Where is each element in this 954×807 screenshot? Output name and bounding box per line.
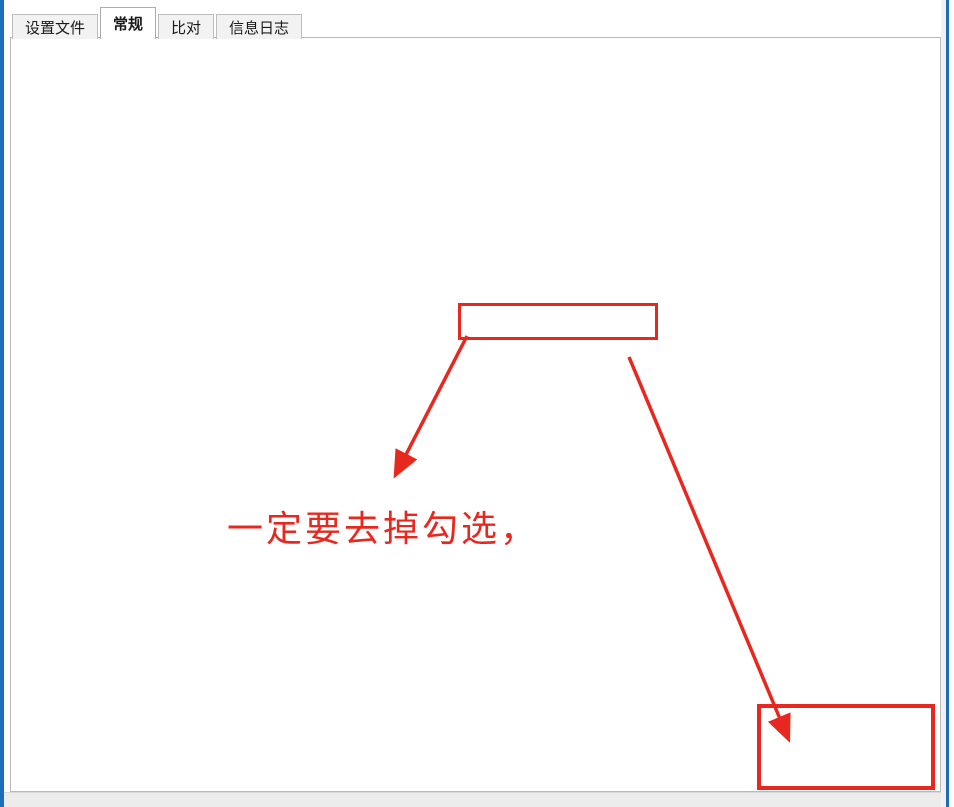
window-border-left xyxy=(0,0,4,807)
dialog-footer-strip xyxy=(4,792,941,807)
tab-bar: 设置文件 常规 比对 信息日志 xyxy=(12,7,304,39)
tab-page-panel xyxy=(10,37,941,792)
window-border-right xyxy=(946,0,949,807)
tab[interactable]: 常规 xyxy=(100,7,156,39)
tab-label: 设置文件 xyxy=(25,17,85,38)
tab[interactable]: 信息日志 xyxy=(216,14,302,39)
tab-label: 信息日志 xyxy=(229,17,289,38)
tab-label: 比对 xyxy=(171,17,201,38)
tab-label: 常规 xyxy=(113,13,143,34)
tab[interactable]: 比对 xyxy=(158,14,214,39)
tab[interactable]: 设置文件 xyxy=(12,14,98,39)
